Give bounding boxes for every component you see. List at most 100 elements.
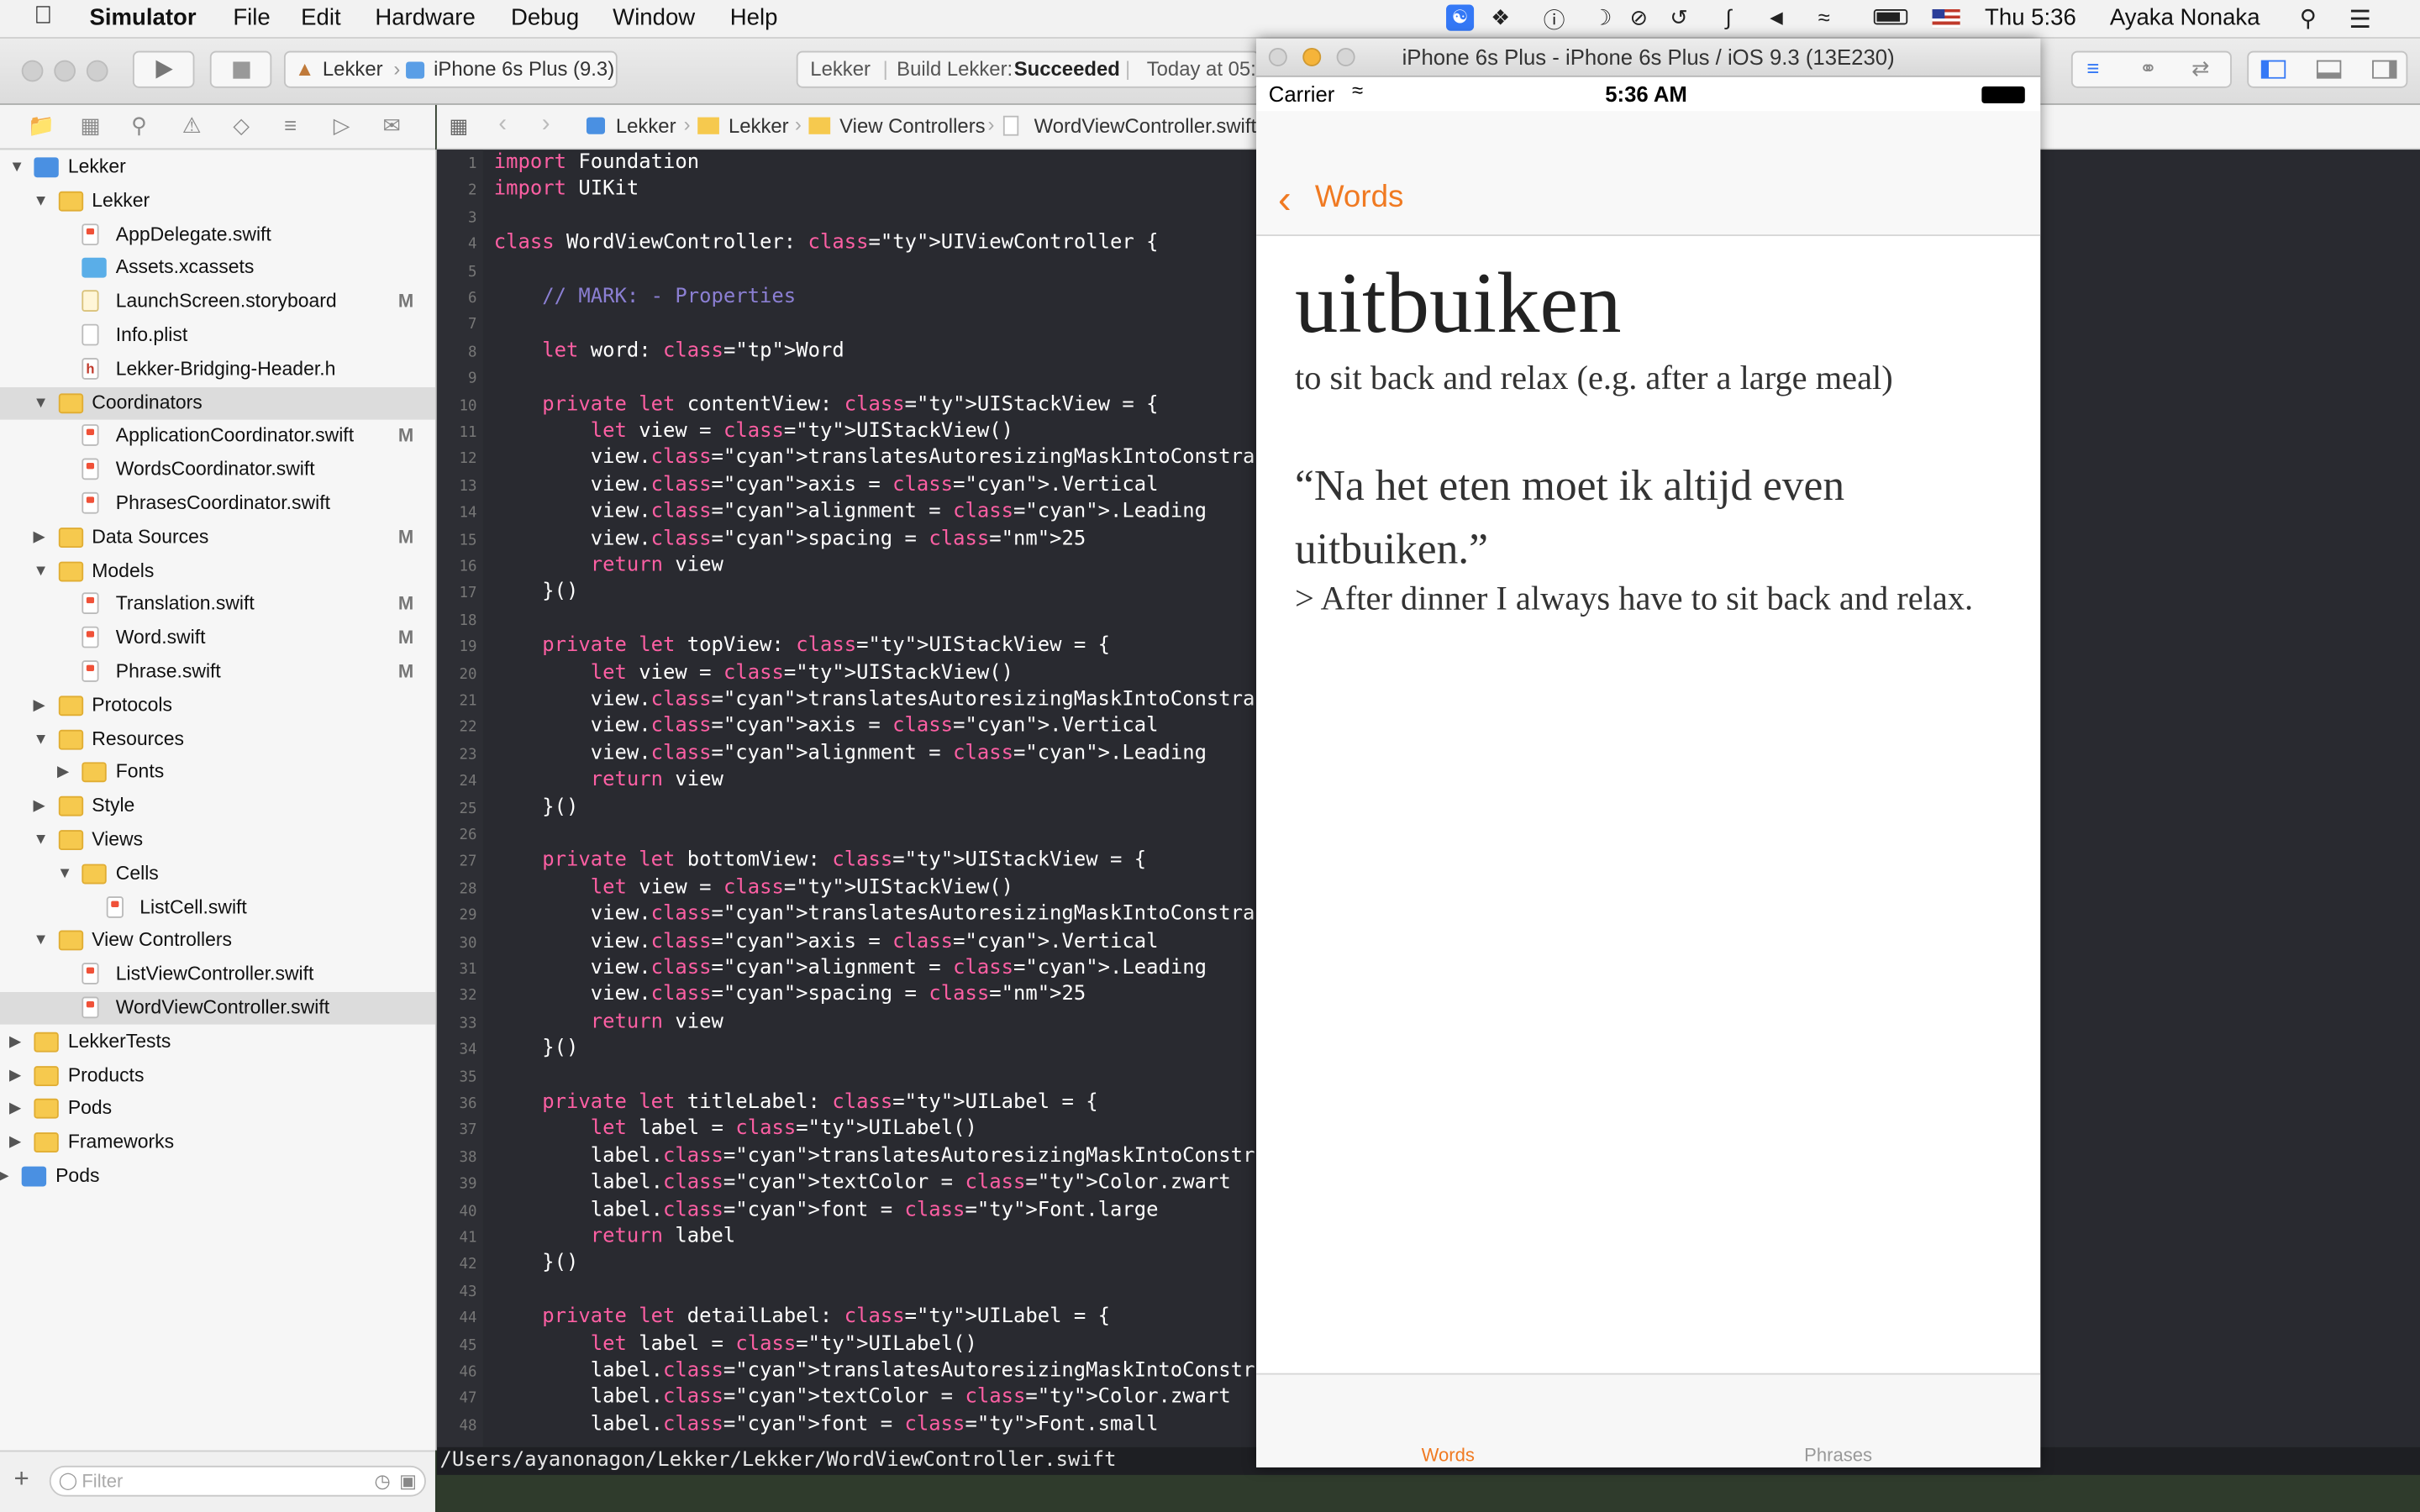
minimize-window-icon[interactable] xyxy=(54,60,76,82)
sim-minimize-icon[interactable] xyxy=(1302,47,1322,66)
breadcrumb-group[interactable]: Lekker xyxy=(729,114,789,138)
navigator-group-row[interactable]: ▶ Pods xyxy=(0,1160,435,1193)
navigator-group-row[interactable]: ▼ View Controllers xyxy=(0,925,435,958)
spotlight-icon[interactable]: ⚲ xyxy=(2300,5,2317,33)
disclosure-closed-icon[interactable]: ▶ xyxy=(9,1126,21,1159)
code-line[interactable]: }() xyxy=(494,1250,578,1277)
code-line[interactable]: view.class="cyan">spacing = class="nm">2… xyxy=(494,526,1086,553)
code-line[interactable]: return view xyxy=(494,553,723,580)
menu-debug[interactable]: Debug xyxy=(511,5,579,31)
apple-icon[interactable]:  xyxy=(34,3,52,31)
navigator-file-row[interactable]: Word.swift M xyxy=(0,622,435,655)
disclosure-open-icon[interactable]: ▼ xyxy=(57,858,72,890)
code-line[interactable]: private let bottomView: class="ty">UISta… xyxy=(494,848,1146,874)
menu-help[interactable]: Help xyxy=(730,5,778,31)
menu-file[interactable]: File xyxy=(233,5,270,31)
time-machine-icon[interactable]: ↺ xyxy=(1670,5,1688,31)
report-navigator-icon[interactable]: ✉ xyxy=(383,113,402,139)
scheme-selector[interactable]: ▲ Lekker › iPhone 6s Plus (9.3) xyxy=(283,50,618,88)
menu-window[interactable]: Window xyxy=(613,5,695,31)
navigator-file-row[interactable]: h Lekker-Bridging-Header.h xyxy=(0,353,435,386)
code-line[interactable]: class WordViewController: class="ty">UIV… xyxy=(494,230,1159,257)
sim-close-icon[interactable] xyxy=(1268,47,1287,66)
zoom-window-icon[interactable] xyxy=(86,60,108,82)
sim-zoom-icon[interactable] xyxy=(1336,47,1355,66)
disclosure-open-icon[interactable]: ▼ xyxy=(9,151,24,184)
status-app-icon[interactable]: ☯ xyxy=(1446,4,1475,31)
block-icon[interactable]: ⊘ xyxy=(1630,5,1649,31)
us-flag-icon[interactable] xyxy=(1932,9,1960,29)
navigator-group-row[interactable]: ▶ Fonts xyxy=(0,757,435,790)
code-line[interactable]: return label xyxy=(494,1224,736,1251)
notification-center-icon[interactable]: ☰ xyxy=(2349,5,2371,36)
debug-navigator-icon[interactable]: ≡ xyxy=(284,113,297,137)
onepassword-icon[interactable]: ⓘ xyxy=(1544,5,1565,36)
related-items-icon[interactable]: ▦ xyxy=(449,114,468,139)
navigator-file-row[interactable]: AppDelegate.swift xyxy=(0,218,435,251)
add-icon[interactable]: + xyxy=(14,1464,29,1495)
code-line[interactable]: }() xyxy=(494,579,578,606)
navigator-filter-input[interactable]: ◯ Filter ◷ ▣ xyxy=(49,1465,426,1497)
code-line[interactable]: let view = class="ty">UIStackView() xyxy=(494,418,1013,445)
navigator-file-row[interactable]: PhrasesCoordinator.swift xyxy=(0,487,435,520)
disclosure-closed-icon[interactable]: ▶ xyxy=(33,790,45,823)
code-line[interactable]: label.class="cyan">textColor = class="ty… xyxy=(494,1384,1231,1411)
code-line[interactable]: private let topView: class="ty">UIStackV… xyxy=(494,633,1110,659)
issue-navigator-icon[interactable]: ⚠ xyxy=(182,113,202,139)
code-line[interactable]: let label = class="ty">UILabel() xyxy=(494,1331,977,1357)
stop-button[interactable] xyxy=(209,50,272,88)
code-line[interactable]: view.class="cyan">alignment = class="cya… xyxy=(494,955,1207,982)
debug-toggle-icon[interactable] xyxy=(2316,60,2342,79)
navigator-file-row[interactable]: ApplicationCoordinator.swift M xyxy=(0,420,435,453)
navigator-group-row[interactable]: ▶ Protocols xyxy=(0,690,435,722)
navigator-group-row[interactable]: ▶ Frameworks xyxy=(0,1126,435,1159)
code-line[interactable]: view.class="cyan">axis = class="cyan">.V… xyxy=(494,928,1159,955)
code-line[interactable]: label.class="cyan">font = class="ty">Fon… xyxy=(494,1197,1159,1224)
scm-filter-icon[interactable]: ▣ xyxy=(399,1467,417,1495)
navigator-group-row[interactable]: ▼ Resources xyxy=(0,723,435,756)
navigator-file-row[interactable]: Info.plist xyxy=(0,319,435,352)
code-line[interactable]: let word: class="tp">Word xyxy=(494,338,844,365)
code-line[interactable]: view.class="cyan">axis = class="cyan">.V… xyxy=(494,472,1159,499)
navigator-group-row[interactable]: ▼ Lekker xyxy=(0,151,435,184)
breakpoint-navigator-icon[interactable]: ▷ xyxy=(334,113,350,139)
disclosure-closed-icon[interactable]: ▶ xyxy=(9,1026,21,1058)
navigator-group-row[interactable]: ▼ Cells xyxy=(0,858,435,890)
disclosure-open-icon[interactable]: ▼ xyxy=(33,723,48,756)
find-navigator-icon[interactable]: ⚲ xyxy=(131,113,147,139)
disclosure-closed-icon[interactable]: ▶ xyxy=(0,1160,8,1193)
recent-files-icon[interactable]: ◷ xyxy=(374,1467,390,1495)
back-arrow-icon[interactable]: ‹ xyxy=(498,111,507,139)
navigator-group-row[interactable]: ▶ Style xyxy=(0,790,435,823)
code-line[interactable]: let label = class="ty">UILabel() xyxy=(494,1116,977,1143)
breadcrumb-project[interactable]: Lekker xyxy=(616,114,676,138)
navigator-file-row[interactable]: LaunchScreen.storyboard M xyxy=(0,286,435,318)
code-line[interactable]: private let contentView: class="ty">UISt… xyxy=(494,391,1158,418)
navigator-group-row[interactable]: ▼ Lekker xyxy=(0,185,435,218)
utilities-toggle-icon[interactable] xyxy=(2372,60,2397,79)
disclosure-open-icon[interactable]: ▼ xyxy=(33,386,48,419)
code-line[interactable]: private let titleLabel: class="ty">UILab… xyxy=(494,1089,1097,1116)
disclosure-closed-icon[interactable]: ▶ xyxy=(33,690,45,722)
navigator-file-row[interactable]: Phrase.swift M xyxy=(0,656,435,689)
assistant-editor-icon[interactable]: ⚭ xyxy=(2139,55,2158,81)
tab-words[interactable]: Words xyxy=(1422,1444,1475,1466)
code-line[interactable]: let view = class="ty">UIStackView() xyxy=(494,874,1013,901)
tab-phrases[interactable]: Phrases xyxy=(1804,1444,1872,1466)
dropbox-icon[interactable]: ❖ xyxy=(1491,5,1510,31)
navigator-group-row[interactable]: ▶ Products xyxy=(0,1059,435,1092)
code-line[interactable]: return view xyxy=(494,767,723,794)
bluetooth-icon[interactable]: ∫ xyxy=(1725,5,1731,29)
volume-icon[interactable]: ◄ xyxy=(1765,5,1786,29)
code-line[interactable]: view.class="cyan">alignment = class="cya… xyxy=(494,499,1207,526)
navigator-file-row[interactable]: ListViewController.swift xyxy=(0,958,435,991)
code-line[interactable]: view.class="cyan">axis = class="cyan">.V… xyxy=(494,713,1159,740)
navigator-file-row[interactable]: Translation.swift M xyxy=(0,589,435,622)
disclosure-closed-icon[interactable]: ▶ xyxy=(33,521,45,554)
code-line[interactable]: view.class="cyan">spacing = class="nm">2… xyxy=(494,982,1086,1009)
forward-arrow-icon[interactable]: › xyxy=(542,111,550,139)
menu-edit[interactable]: Edit xyxy=(301,5,340,31)
standard-editor-icon[interactable]: ≡ xyxy=(2086,55,2099,80)
moon-icon[interactable]: ☽ xyxy=(1593,5,1612,31)
menubar-clock[interactable]: Thu 5:36 xyxy=(1985,5,2076,31)
